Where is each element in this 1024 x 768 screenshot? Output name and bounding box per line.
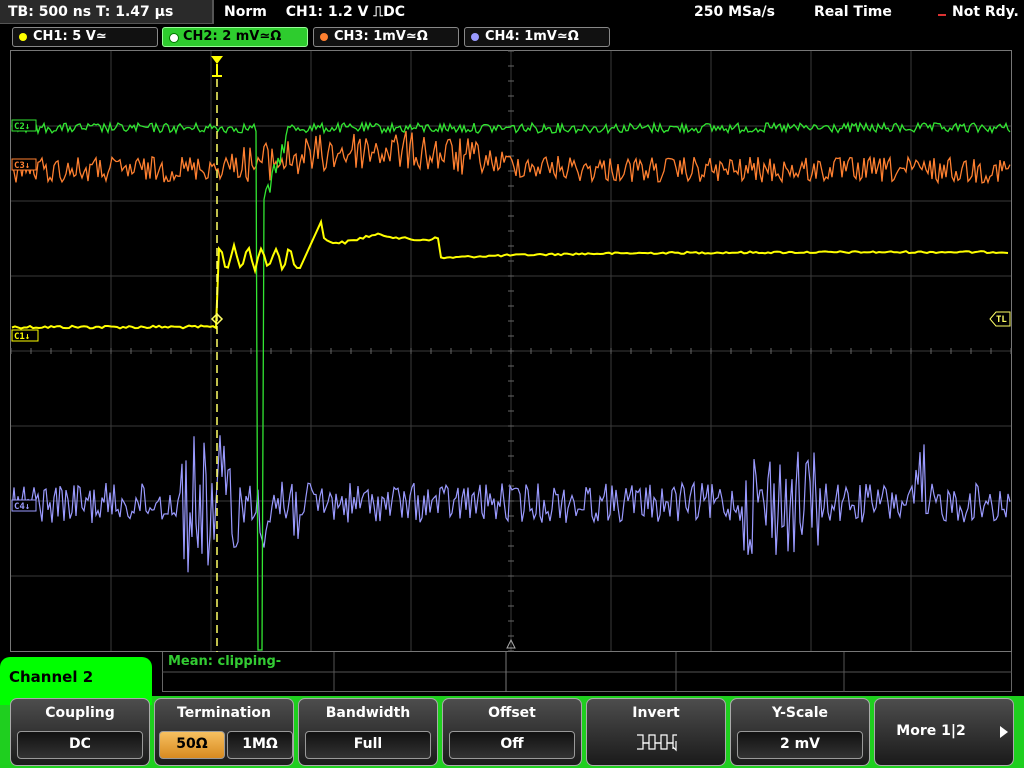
invert-softkey[interactable]: Invert <box>586 698 726 766</box>
coupling-value: DC <box>17 731 143 759</box>
termination-softkey[interactable]: Termination 50Ω 1MΩ <box>154 698 294 766</box>
ch4-marker: C4↓ <box>14 502 30 512</box>
bandwidth-softkey[interactable]: Bandwidth Full <box>298 698 438 766</box>
bandwidth-title: Bandwidth <box>325 705 411 721</box>
tl-label: TL <box>996 315 1007 325</box>
more-label: More 1|2 <box>896 723 966 739</box>
ch1-marker: C1↓ <box>14 332 30 342</box>
offset-softkey[interactable]: Offset Off <box>442 698 582 766</box>
yscale-title: Y-Scale <box>771 705 828 721</box>
termination-title: Termination <box>177 705 271 721</box>
chevron-right-icon <box>1000 726 1008 738</box>
offset-value: Off <box>449 731 575 759</box>
coupling-title: Coupling <box>45 705 115 721</box>
invert-waveform-icon <box>637 734 677 752</box>
measurement-result: Mean: clipping- <box>168 654 282 669</box>
ch2-marker: C2↓ <box>14 122 30 132</box>
offset-title: Offset <box>488 705 536 721</box>
coupling-softkey[interactable]: Coupling DC <box>10 698 150 766</box>
ch3-marker: C3↓ <box>14 161 30 171</box>
invert-title: Invert <box>632 705 680 721</box>
yscale-softkey[interactable]: Y-Scale 2 mV <box>730 698 870 766</box>
bandwidth-value: Full <box>305 731 431 759</box>
termination-1mohm-option[interactable]: 1MΩ <box>227 731 293 759</box>
yscale-value: 2 mV <box>737 731 863 759</box>
termination-50ohm-option[interactable]: 50Ω <box>159 731 225 759</box>
ch1-waveform <box>11 218 1009 330</box>
more-softkey[interactable]: More 1|2 <box>874 698 1014 766</box>
trigger-position-icon <box>211 56 223 64</box>
